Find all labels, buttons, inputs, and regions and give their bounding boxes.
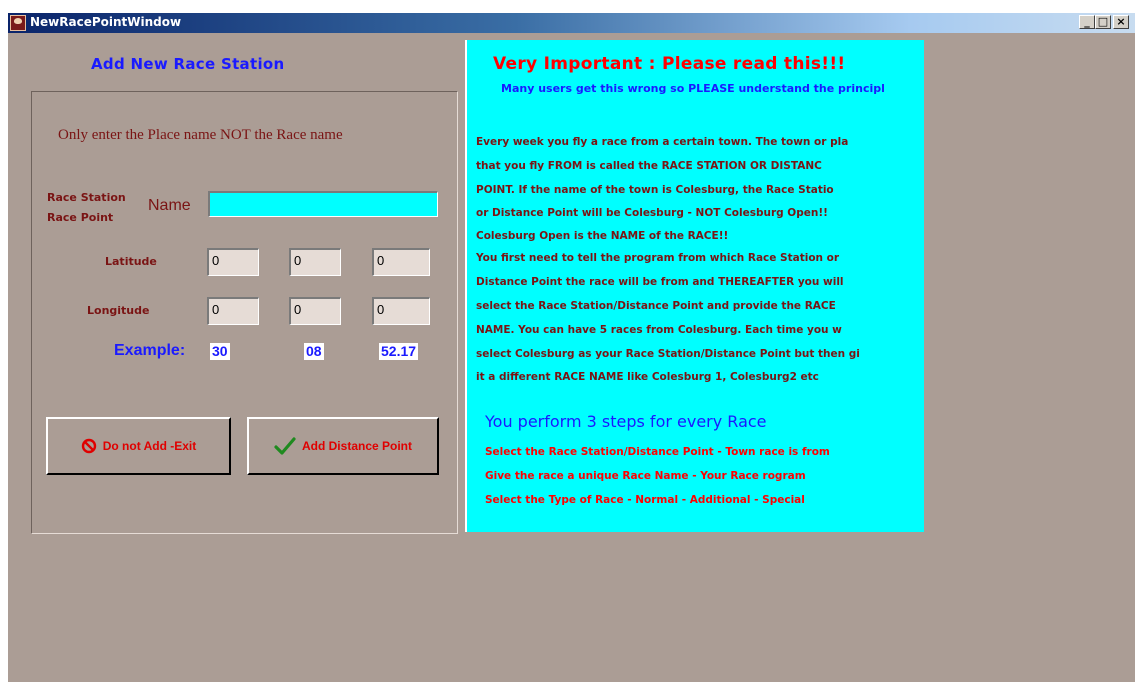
- longitude-seconds-input[interactable]: 0: [372, 297, 430, 325]
- race-station-name-input[interactable]: [208, 191, 438, 217]
- info-line: POINT. If the name of the town is Colesb…: [476, 184, 834, 196]
- longitude-label: Longitude: [87, 304, 150, 317]
- important-info-panel: Very Important : Please read this!!! Man…: [465, 40, 924, 532]
- add-distance-point-label: Add Distance Point: [301, 439, 412, 453]
- example-label: Example:: [114, 342, 186, 359]
- do-not-add-exit-button[interactable]: Do not Add -Exit: [46, 417, 231, 475]
- close-button[interactable]: ×: [1113, 15, 1129, 29]
- race-station-label: Race Station: [47, 191, 126, 204]
- maximize-button[interactable]: □: [1095, 15, 1111, 29]
- step-line: Select the Race Station/Distance Point -…: [485, 446, 830, 458]
- form-heading: Add New Race Station: [91, 55, 285, 73]
- example-minutes: 08: [304, 343, 324, 360]
- checkmark-icon: [274, 437, 296, 455]
- latitude-label: Latitude: [105, 255, 157, 268]
- instruction-text: Only enter the Place name NOT the Race n…: [58, 127, 343, 143]
- app-icon[interactable]: [10, 15, 26, 31]
- info-line: Every week you fly a race from a certain…: [476, 136, 849, 148]
- race-point-label: Race Point: [47, 211, 114, 224]
- info-line: or Distance Point will be Colesburg - NO…: [476, 207, 828, 219]
- name-label: Name: [148, 197, 191, 214]
- example-degrees: 30: [210, 343, 230, 360]
- latitude-degrees-input[interactable]: 0: [207, 248, 259, 276]
- example-seconds: 52.17: [379, 343, 419, 360]
- info-line: NAME. You can have 5 races from Colesbur…: [476, 324, 842, 336]
- important-title: Very Important : Please read this!!!: [493, 54, 846, 74]
- minimize-button[interactable]: _: [1079, 15, 1095, 29]
- info-line: select the Race Station/Distance Point a…: [476, 300, 836, 312]
- info-line: Colesburg Open is the NAME of the RACE!!: [476, 230, 729, 242]
- title-bar[interactable]: NewRacePointWindow _ □ ×: [8, 13, 1135, 33]
- do-not-add-exit-label: Do not Add -Exit: [102, 439, 197, 453]
- latitude-seconds-input[interactable]: 0: [372, 248, 430, 276]
- info-line: that you fly FROM is called the RACE STA…: [476, 160, 822, 172]
- prohibited-icon: [81, 438, 96, 454]
- step-line: Give the race a unique Race Name - Your …: [485, 470, 806, 482]
- info-line: You first need to tell the program from …: [476, 252, 840, 264]
- latitude-minutes-input[interactable]: 0: [289, 248, 341, 276]
- info-line: select Colesburg as your Race Station/Di…: [476, 348, 860, 360]
- info-line: Distance Point the race will be from and…: [476, 276, 844, 288]
- add-distance-point-button[interactable]: Add Distance Point: [247, 417, 439, 475]
- info-line: it a different RACE NAME like Colesburg …: [476, 371, 819, 383]
- important-subtitle: Many users get this wrong so PLEASE unde…: [501, 82, 885, 95]
- steps-title: You perform 3 steps for every Race: [485, 412, 767, 431]
- longitude-minutes-input[interactable]: 0: [289, 297, 341, 325]
- longitude-degrees-input[interactable]: 0: [207, 297, 259, 325]
- step-line: Select the Type of Race - Normal - Addit…: [485, 494, 805, 506]
- race-point-window: NewRacePointWindow _ □ × Add New Race St…: [7, 13, 1135, 682]
- window-title: NewRacePointWindow: [30, 15, 182, 29]
